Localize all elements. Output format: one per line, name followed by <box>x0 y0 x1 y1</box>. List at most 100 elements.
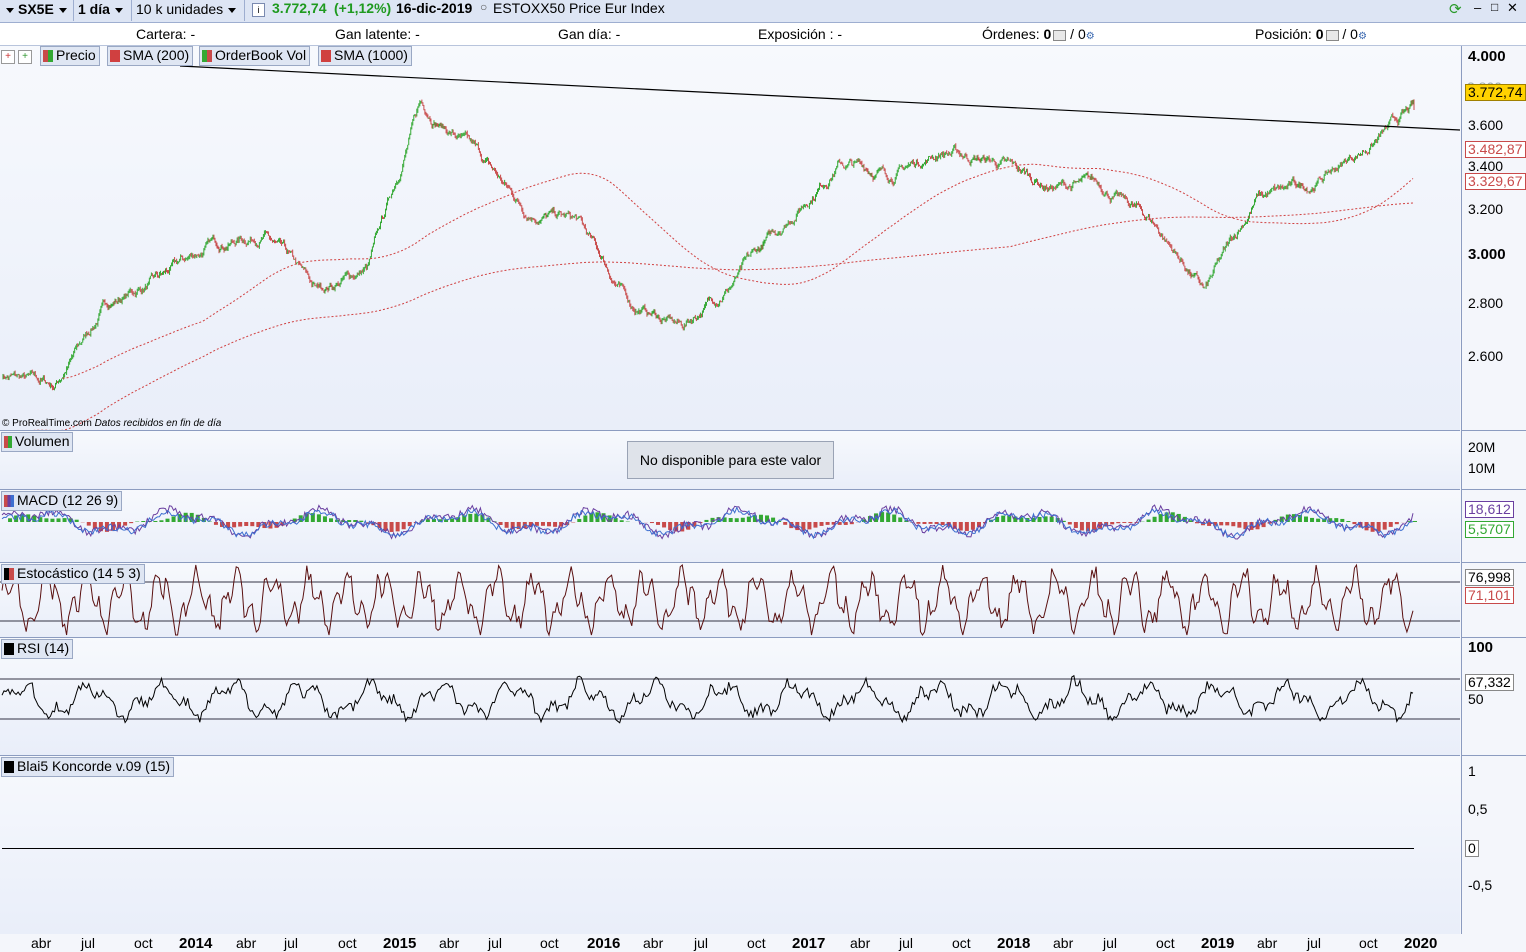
ordenes-label: Órdenes: <box>982 26 1040 42</box>
rsi-chart[interactable] <box>0 638 1460 755</box>
macd-histogram-bar <box>232 522 236 527</box>
macd-histogram-bar <box>390 522 394 532</box>
macd-histogram-bar <box>595 512 599 522</box>
x-axis-label: oct <box>540 935 559 951</box>
info-icon[interactable]: i <box>252 3 265 17</box>
collapse-icon[interactable]: + <box>1 50 15 64</box>
price-tick: 2.600 <box>1468 348 1503 364</box>
legend-label: Volumen <box>15 433 69 449</box>
symbol-label: SX5E <box>18 1 54 17</box>
macd-histogram-bar <box>826 522 830 525</box>
volume-icon <box>4 436 12 448</box>
macd-histogram-bar <box>50 519 54 522</box>
units-dropdown[interactable]: 10 k unidades <box>132 0 245 21</box>
legend-macd[interactable]: MACD (12 26 9) <box>1 491 122 511</box>
posicion-group[interactable]: Posición: 0 / 0⚙ <box>1255 26 1367 42</box>
x-axis-label: jul <box>899 935 913 951</box>
macd-histogram-bar <box>75 520 79 522</box>
x-axis-label: 2017 <box>792 935 825 952</box>
circle-icon: ○ <box>480 0 487 14</box>
koncorde-tick: 1 <box>1468 763 1476 779</box>
rsi-tick: 100 <box>1468 639 1493 656</box>
macd-histogram-bar <box>1304 517 1308 522</box>
price-scale[interactable]: 4.000 3.600 3.400 3.200 3.000 2.800 2.60… <box>1461 46 1526 431</box>
macd-histogram-bar <box>1110 522 1114 524</box>
macd-histogram-bar <box>396 522 400 531</box>
quote-date: 16-dic-2019 <box>396 0 472 16</box>
macd-histogram-bar <box>783 522 787 525</box>
candles <box>3 99 1414 390</box>
symbol-dropdown[interactable]: SX5E <box>14 0 74 21</box>
legend-koncorde[interactable]: Blai5 Koncorde v.09 (15) <box>1 757 174 777</box>
koncorde-panel[interactable] <box>0 756 1460 935</box>
copyright-text: © ProRealTime.com <box>2 418 92 429</box>
legend-estocastico[interactable]: Estocástico (14 5 3) <box>1 564 145 584</box>
chevron-down-icon <box>115 8 123 13</box>
macd-histogram-bar <box>129 522 133 523</box>
macd-histogram-bar <box>1316 519 1320 522</box>
minimize-icon[interactable]: – <box>1474 0 1481 15</box>
x-axis-label: oct <box>134 935 153 951</box>
koncorde-icon <box>4 761 14 773</box>
legend-label: Precio <box>56 47 96 63</box>
price-legend-row: ++ <box>1 48 32 64</box>
macd-signal-line <box>2 508 1413 539</box>
timeframe-label: 1 día <box>78 1 110 17</box>
macd-histogram-bar <box>244 522 248 526</box>
macd-histogram-bar <box>541 522 545 526</box>
macd-histogram-bar <box>1116 522 1120 523</box>
legend-rsi[interactable]: RSI (14) <box>1 639 73 659</box>
macd-histogram-bar <box>1153 517 1157 522</box>
price-tick: 3.400 <box>1468 158 1503 174</box>
macd-histogram-bar <box>347 520 351 522</box>
macd-histogram-bar <box>771 518 775 522</box>
macd-histogram-bar <box>1334 518 1338 522</box>
x-axis-label: jul <box>1103 935 1117 951</box>
macd-histogram-bar <box>1340 519 1344 522</box>
macd-histogram-bar <box>57 518 61 522</box>
maximize-icon[interactable]: □ <box>1491 0 1498 14</box>
macd-histogram-bar <box>1074 522 1078 528</box>
koncorde-zero-tag: 0 <box>1465 840 1479 857</box>
chevron-down-icon <box>59 8 67 13</box>
macd-histogram-bar <box>141 521 145 522</box>
x-axis-label: abr <box>1053 935 1073 951</box>
koncorde-tick: -0,5 <box>1468 877 1492 893</box>
timeframe-dropdown[interactable]: 1 día <box>74 0 132 21</box>
ordenes-value: 0 <box>1043 26 1051 42</box>
macd-histogram-bar <box>922 522 926 524</box>
close-icon[interactable]: ✕ <box>1507 0 1518 16</box>
macd-histogram-bar <box>892 515 896 522</box>
macd-chart[interactable] <box>0 490 1460 562</box>
price-chart[interactable] <box>0 46 1460 430</box>
price-tick: 4.000 <box>1468 48 1506 65</box>
macd-histogram-bar <box>1231 522 1235 526</box>
macd-histogram-bar <box>916 522 920 524</box>
x-axis-label: 2019 <box>1201 935 1234 952</box>
x-axis-label: 2014 <box>179 935 212 952</box>
legend-volumen[interactable]: Volumen <box>1 432 73 452</box>
macd-histogram-bar <box>1346 521 1350 522</box>
gan-dia-label: Gan día: - <box>558 26 620 42</box>
refresh-icon[interactable]: ⟳ <box>1449 0 1462 18</box>
macd-histogram-bar <box>153 521 157 522</box>
legend-orderbook[interactable]: OrderBook Vol <box>199 46 310 66</box>
stochastic-chart[interactable] <box>0 563 1460 637</box>
x-axis-label: 2015 <box>383 935 416 952</box>
legend-sma1000[interactable]: SMA (1000) <box>318 46 412 66</box>
expand-icon[interactable]: + <box>18 50 32 64</box>
macd-histogram-bar <box>1068 522 1072 524</box>
legend-precio[interactable]: Precio <box>40 46 100 66</box>
macd-histogram-bar <box>656 522 660 525</box>
macd-line <box>2 505 1413 539</box>
trendline <box>180 66 1460 130</box>
legend-sma200[interactable]: SMA (200) <box>107 46 193 66</box>
ordenes-group[interactable]: Órdenes: 0 / 0⚙ <box>982 26 1095 42</box>
x-axis-label: oct <box>1359 935 1378 951</box>
volume-tick: 10M <box>1468 460 1495 476</box>
macd-histogram-bar <box>63 518 67 522</box>
macd-histogram-bar <box>172 516 176 522</box>
macd-histogram-bar <box>44 518 48 522</box>
last-price-tag: 3.772,74 <box>1465 84 1526 101</box>
candles-icon <box>43 50 53 62</box>
